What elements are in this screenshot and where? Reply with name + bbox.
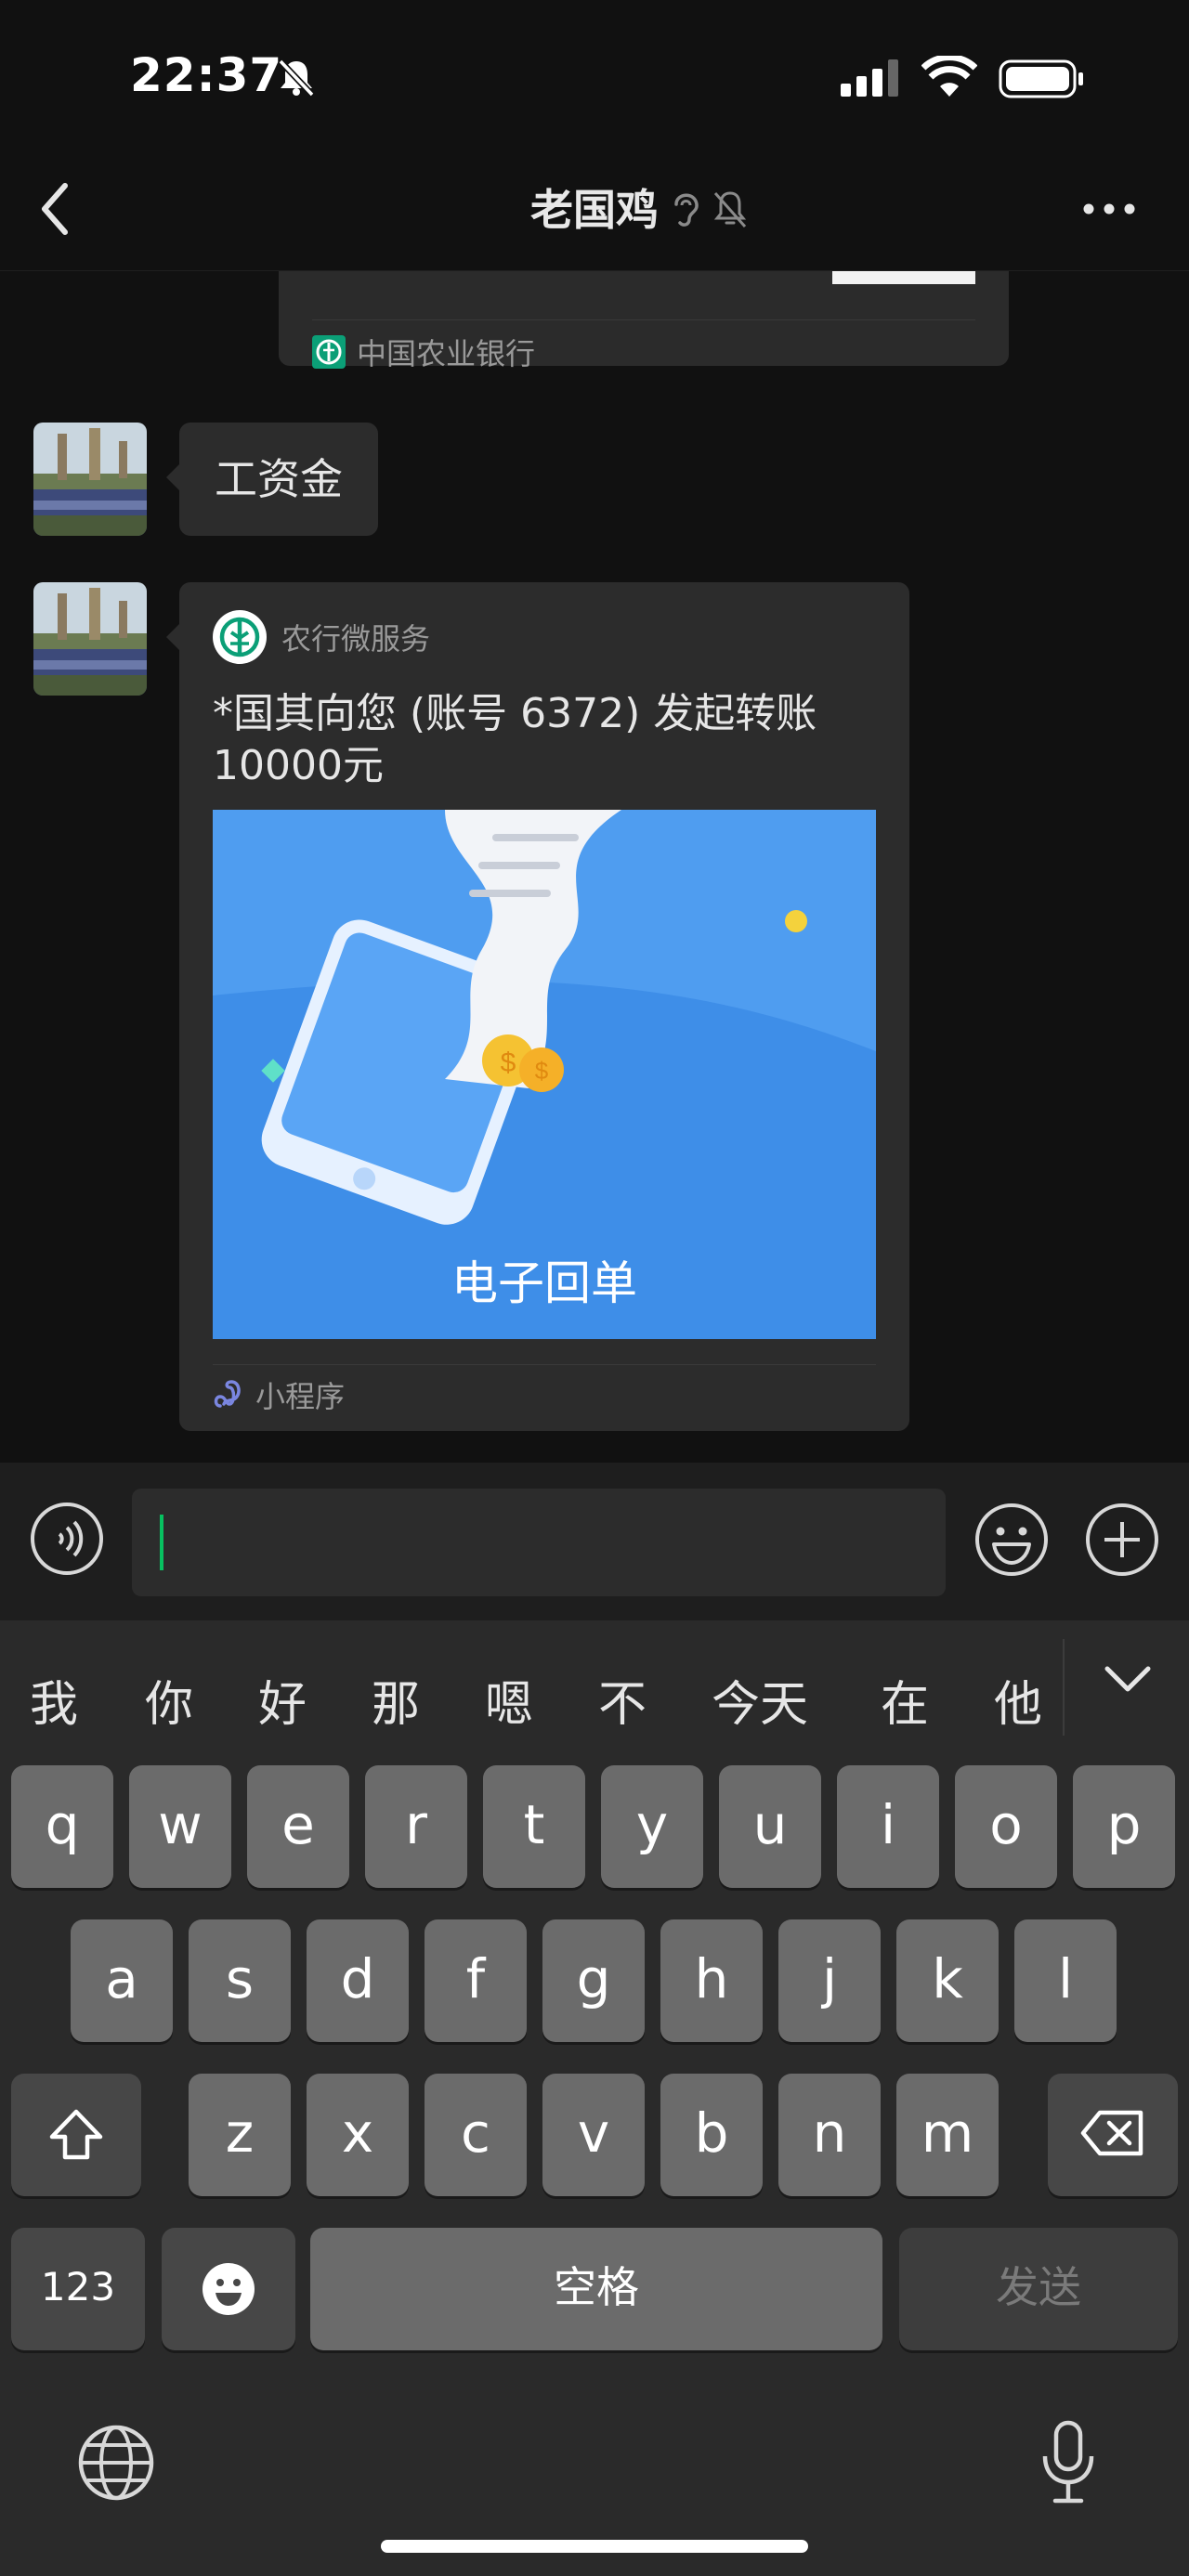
mini-program-card[interactable]: 农行微服务 *国其向您 (账号 6372) 发起转账 10000元 $ $ 电子…: [166, 582, 909, 1431]
backspace-icon: [1080, 2110, 1143, 2156]
card-divider: [312, 319, 975, 320]
card-image-fragment: [832, 271, 975, 284]
avatar[interactable]: [33, 582, 147, 696]
card-source: 中国农业银行: [312, 331, 535, 373]
key-x[interactable]: x: [307, 2074, 409, 2196]
abc-bank-logo-icon: [213, 610, 267, 664]
card-footer: 小程序: [213, 1373, 345, 1416]
space-key[interactable]: 空格: [310, 2228, 882, 2350]
status-time: 22:37: [130, 48, 283, 102]
chevron-down-icon: [1104, 1666, 1151, 1692]
key-q[interactable]: q: [11, 1765, 113, 1888]
key-h[interactable]: h: [660, 1919, 763, 2042]
key-b[interactable]: b: [660, 2074, 763, 2196]
bell-slash-icon: [275, 58, 318, 100]
key-t[interactable]: t: [483, 1765, 585, 1888]
chat-header: 老国鸡: [0, 149, 1189, 271]
input-bar: [0, 1463, 1189, 1620]
emoji-key[interactable]: [162, 2228, 295, 2350]
candidate-word[interactable]: 那: [372, 1665, 420, 1735]
shift-icon: [49, 2109, 103, 2160]
more-functions-button[interactable]: [1084, 1502, 1160, 1578]
more-button[interactable]: [1081, 195, 1137, 223]
card-title: *国其向您 (账号 6372) 发起转账 10000元: [213, 690, 817, 789]
emoji-key-icon: [203, 2263, 255, 2315]
key-l[interactable]: l: [1014, 1919, 1117, 2042]
key-o[interactable]: o: [955, 1765, 1057, 1888]
avatar[interactable]: [33, 423, 147, 536]
key-j[interactable]: j: [778, 1919, 881, 2042]
plus-icon: [1086, 1503, 1158, 1576]
emoji-button[interactable]: [973, 1502, 1050, 1578]
dictation-button[interactable]: [1040, 2419, 1096, 2504]
text-message-bubble[interactable]: 工资金: [166, 423, 378, 536]
candidate-word[interactable]: 嗯: [485, 1665, 533, 1735]
key-k[interactable]: k: [896, 1919, 999, 2042]
candidate-word[interactable]: 在: [881, 1665, 929, 1735]
candidate-word[interactable]: 你: [145, 1665, 193, 1735]
voice-input-button[interactable]: [30, 1502, 104, 1576]
card-header: 农行微服务: [213, 610, 430, 664]
card-source-label: 中国农业银行: [357, 336, 536, 371]
key-w[interactable]: w: [129, 1765, 231, 1888]
key-y[interactable]: y: [601, 1765, 703, 1888]
card-source-label: 农行微服务: [281, 621, 431, 657]
mini-program-icon: [214, 1380, 241, 1408]
text-caret: [160, 1515, 163, 1570]
key-v[interactable]: v: [542, 2074, 645, 2196]
signal-icon: [841, 59, 902, 100]
battery-icon: [999, 59, 1086, 102]
key-d[interactable]: d: [307, 1919, 409, 2042]
key-m[interactable]: m: [896, 2074, 999, 2196]
chat-title: 老国鸡: [530, 185, 659, 235]
key-p[interactable]: p: [1073, 1765, 1175, 1888]
backspace-key[interactable]: [1048, 2074, 1178, 2196]
key-i[interactable]: i: [837, 1765, 939, 1888]
card-divider: [213, 1364, 876, 1365]
send-key[interactable]: 发送: [899, 2228, 1178, 2350]
key-r[interactable]: r: [365, 1765, 467, 1888]
svg-text:$: $: [535, 1057, 549, 1085]
key-a[interactable]: a: [71, 1919, 173, 2042]
more-icon: [1083, 203, 1135, 215]
wifi-icon: [921, 54, 978, 100]
key-f[interactable]: f: [425, 1919, 527, 2042]
svg-text:$: $: [501, 1047, 516, 1078]
message-list[interactable]: 中国农业银行 工资金 农行微服务 *国其向您 (账号 6372) 发起转账 10…: [0, 271, 1189, 1463]
title-status-icons: [669, 188, 752, 236]
key-z[interactable]: z: [189, 2074, 291, 2196]
key-n[interactable]: n: [778, 2074, 881, 2196]
numbers-key[interactable]: 123: [11, 2228, 145, 2350]
candidate-word[interactable]: 不: [598, 1665, 647, 1735]
home-indicator[interactable]: [381, 2540, 808, 2553]
key-c[interactable]: c: [425, 2074, 527, 2196]
key-s[interactable]: s: [189, 1919, 291, 2042]
status-bar: 22:37: [0, 0, 1189, 149]
ear-icon: [674, 193, 699, 227]
mic-icon: [1042, 2420, 1094, 2504]
language-switch-button[interactable]: [76, 2423, 156, 2503]
card-footer-label: 小程序: [255, 1379, 346, 1414]
candidate-word[interactable]: 今天: [712, 1665, 808, 1735]
key-u[interactable]: u: [719, 1765, 821, 1888]
keyboard: 我 你 好 那 嗯 不 今天 在 他 q w e r t y u i o p a…: [0, 1620, 1189, 2576]
candidate-word[interactable]: 好: [258, 1665, 307, 1735]
card-illustration: $ $ 电子回单: [213, 810, 876, 1339]
mute-icon: [713, 191, 747, 228]
abc-bank-logo-icon: [312, 335, 346, 369]
voice-icon: [31, 1503, 103, 1575]
expand-candidates-button[interactable]: [1102, 1661, 1154, 1698]
emoji-icon: [975, 1503, 1048, 1576]
candidate-word[interactable]: 他: [994, 1665, 1042, 1735]
candidate-bar: 我 你 好 那 嗯 不 今天 在 他: [0, 1620, 1189, 1760]
candidate-separator: [1063, 1639, 1065, 1736]
message-input[interactable]: [132, 1489, 946, 1596]
shift-key[interactable]: [11, 2074, 141, 2196]
globe-icon: [78, 2425, 154, 2501]
card-image-caption: 电子回单: [451, 1256, 637, 1310]
candidate-word[interactable]: 我: [30, 1665, 78, 1735]
previous-message-card[interactable]: 中国农业银行: [279, 271, 1009, 371]
key-g[interactable]: g: [542, 1919, 645, 2042]
key-e[interactable]: e: [247, 1765, 349, 1888]
